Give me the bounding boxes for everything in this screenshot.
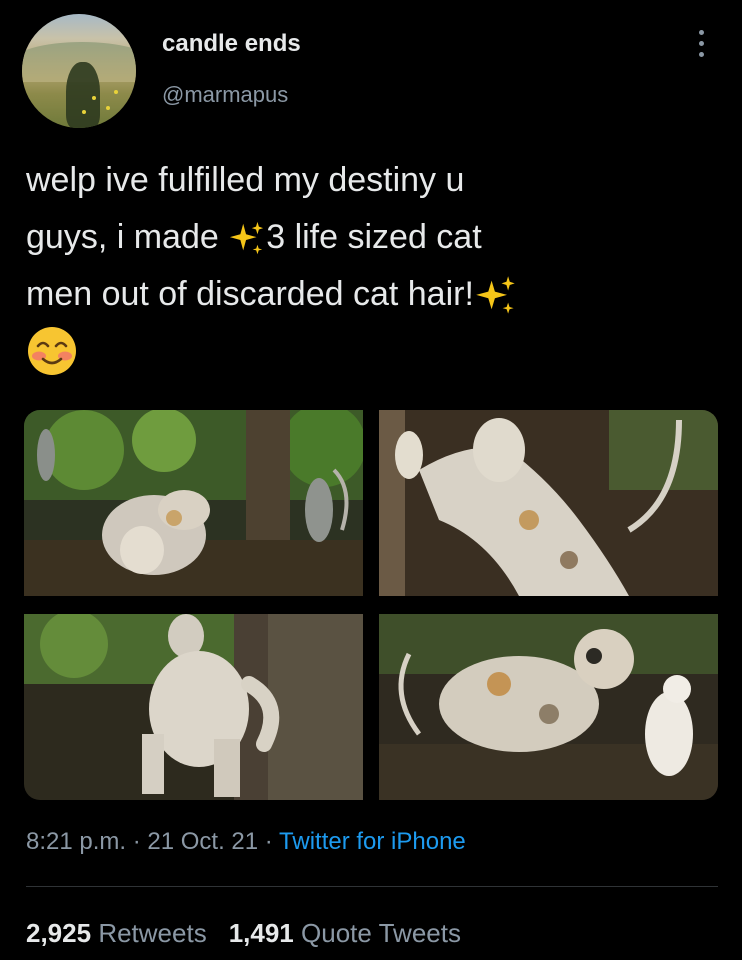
tweet-source-link[interactable]: Twitter for iPhone (279, 828, 466, 855)
photo-cat-man-hugging-tree[interactable] (379, 410, 718, 596)
quote-tweets-label: Quote Tweets (301, 918, 461, 948)
tweet-stats: 2,925 Retweets 1,491 Quote Tweets (26, 918, 461, 949)
retweets-label: Retweets (98, 918, 207, 948)
retweets-count: 2,925 (26, 918, 92, 948)
more-options-icon[interactable] (694, 30, 708, 64)
meta-separator: · (258, 828, 280, 855)
meta-separator: · (126, 828, 148, 855)
tweet-date[interactable]: 21 Oct. 21 (147, 828, 258, 855)
sparkles-icon (230, 221, 264, 255)
display-name[interactable]: candle ends (162, 30, 301, 58)
photo-forest-cat-sculptures[interactable] (24, 410, 363, 596)
photo-cat-man-standing[interactable] (24, 614, 363, 800)
tweet-line-2: guys, i made 3 life sized cat (26, 209, 716, 266)
blushing-face-icon (28, 327, 76, 375)
avatar[interactable] (22, 14, 136, 128)
tweet-meta: 8:21 p.m. · 21 Oct. 21 · Twitter for iPh… (26, 828, 466, 856)
quote-tweets-link[interactable]: 1,491 Quote Tweets (229, 918, 461, 948)
tweet-time[interactable]: 8:21 p.m. (26, 828, 126, 855)
retweets-link[interactable]: 2,925 Retweets (26, 918, 207, 948)
tweet-line-1: welp ive fulfilled my destiny u (26, 161, 465, 199)
photo-cat-man-with-kitten[interactable] (379, 614, 718, 800)
photo-grid (24, 410, 718, 800)
tweet-text: welp ive fulfilled my destiny u guys, i … (26, 152, 716, 377)
sparkles-icon (476, 276, 515, 314)
user-handle[interactable]: @marmapus (162, 82, 288, 108)
quote-tweets-count: 1,491 (228, 918, 294, 948)
tweet-line-3: men out of discarded cat hair! (26, 266, 716, 323)
divider (26, 886, 718, 887)
